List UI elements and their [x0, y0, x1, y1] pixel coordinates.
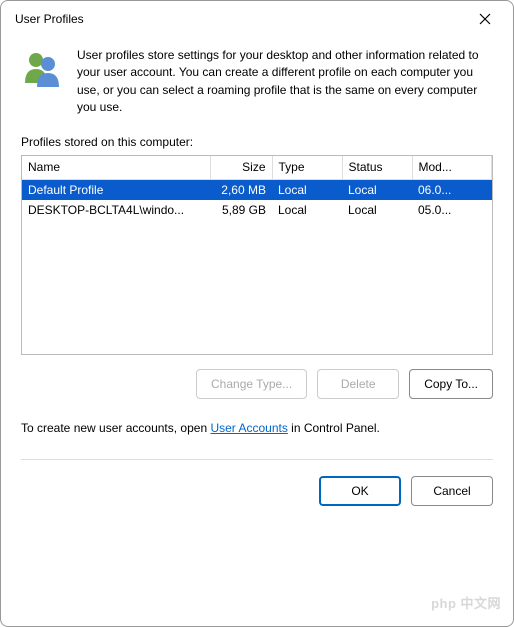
cancel-button[interactable]: Cancel: [411, 476, 493, 506]
copy-to-button[interactable]: Copy To...: [409, 369, 493, 399]
profiles-table: Name Size Type Status Mod... Default Pro…: [22, 156, 492, 220]
cell-status: Local: [342, 200, 412, 220]
cell-name: Default Profile: [22, 179, 210, 200]
intro-section: User profiles store settings for your de…: [21, 47, 493, 117]
separator: [21, 459, 493, 460]
hint-prefix: To create new user accounts, open: [21, 421, 210, 435]
table-row[interactable]: Default Profile 2,60 MB Local Local 06.0…: [22, 179, 492, 200]
col-size[interactable]: Size: [210, 156, 272, 180]
cell-size: 5,89 GB: [210, 200, 272, 220]
close-button[interactable]: [465, 5, 505, 33]
footer-buttons: OK Cancel: [21, 476, 493, 512]
dialog-content: User profiles store settings for your de…: [1, 37, 513, 626]
hint-text: To create new user accounts, open User A…: [21, 421, 493, 435]
profile-actions: Change Type... Delete Copy To...: [21, 369, 493, 399]
table-header-row: Name Size Type Status Mod...: [22, 156, 492, 180]
cell-type: Local: [272, 179, 342, 200]
col-type[interactable]: Type: [272, 156, 342, 180]
user-accounts-link[interactable]: User Accounts: [210, 421, 287, 435]
dialog-title: User Profiles: [15, 12, 465, 26]
table-row[interactable]: DESKTOP-BCLTA4L\windo... 5,89 GB Local L…: [22, 200, 492, 220]
cell-status: Local: [342, 179, 412, 200]
close-icon: [479, 13, 491, 25]
users-icon: [21, 47, 63, 117]
col-name[interactable]: Name: [22, 156, 210, 180]
cell-type: Local: [272, 200, 342, 220]
hint-suffix: in Control Panel.: [288, 421, 380, 435]
titlebar: User Profiles: [1, 1, 513, 37]
delete-button: Delete: [317, 369, 399, 399]
cell-name: DESKTOP-BCLTA4L\windo...: [22, 200, 210, 220]
section-label: Profiles stored on this computer:: [21, 135, 493, 149]
cell-modified: 06.0...: [412, 179, 492, 200]
profiles-table-container: Name Size Type Status Mod... Default Pro…: [21, 155, 493, 355]
ok-button[interactable]: OK: [319, 476, 401, 506]
user-profiles-dialog: User Profiles User profiles store settin…: [0, 0, 514, 627]
col-status[interactable]: Status: [342, 156, 412, 180]
col-modified[interactable]: Mod...: [412, 156, 492, 180]
change-type-button: Change Type...: [196, 369, 307, 399]
cell-size: 2,60 MB: [210, 179, 272, 200]
intro-description: User profiles store settings for your de…: [77, 47, 493, 117]
cell-modified: 05.0...: [412, 200, 492, 220]
